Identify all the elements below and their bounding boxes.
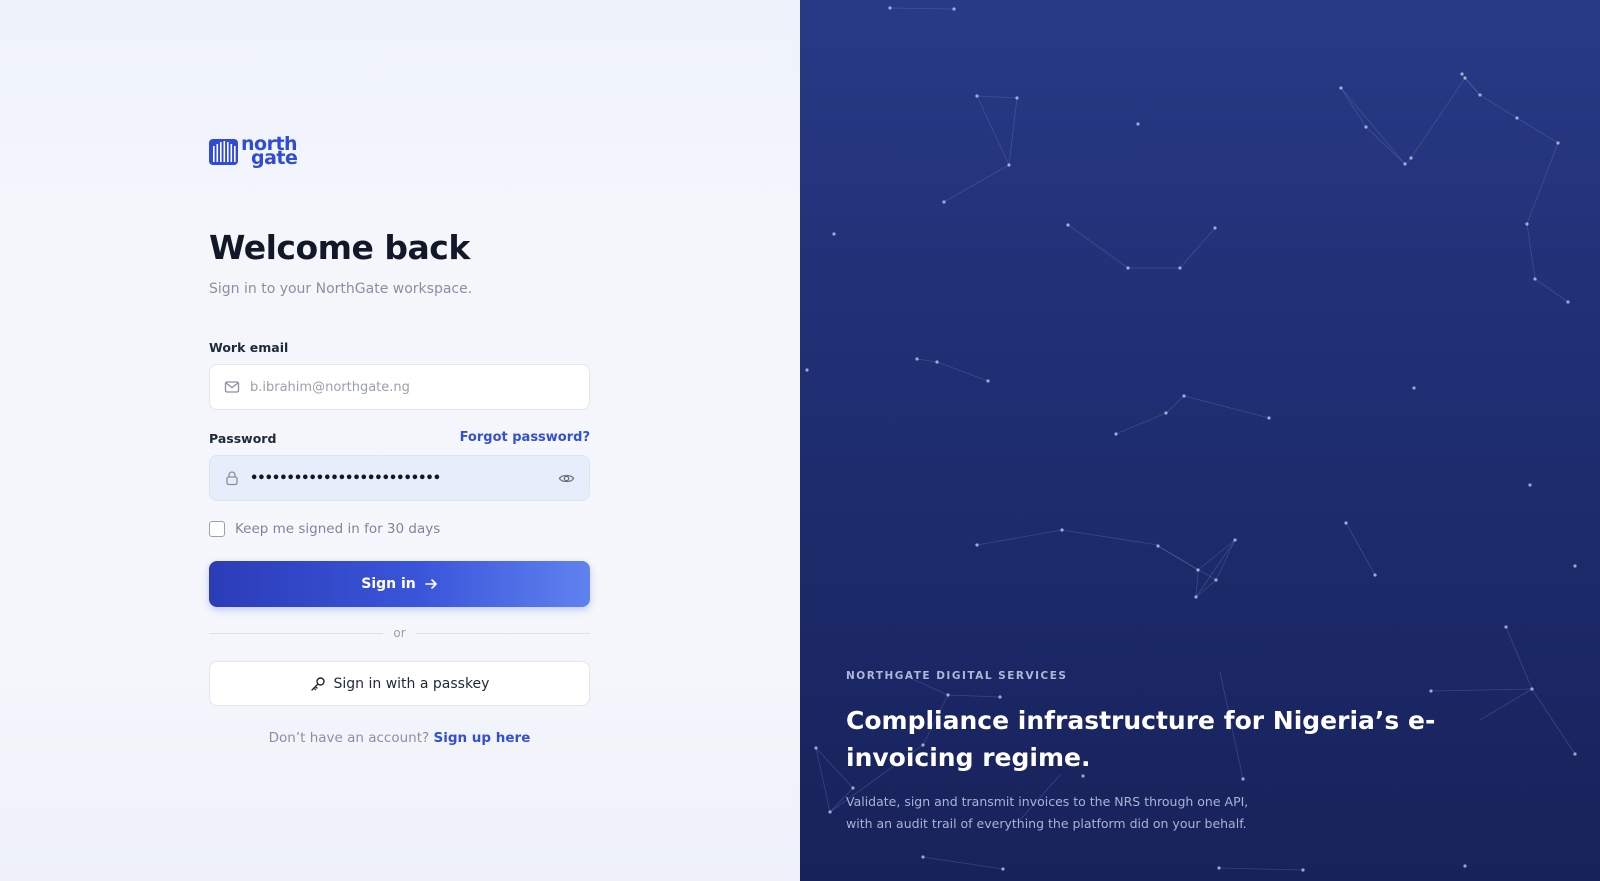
login-panel: north gate Welcome back Sign in to your …	[0, 0, 800, 881]
signup-link[interactable]: Sign up here	[433, 730, 530, 746]
eye-icon[interactable]	[558, 470, 575, 487]
sign-in-button[interactable]: Sign in	[209, 561, 590, 607]
brand-line2: gate	[251, 146, 298, 169]
promo-headline: Compliance infrastructure for Nigeria’s …	[846, 706, 1436, 772]
password-input[interactable]: ••••••••••••••••••••••••••	[250, 471, 558, 486]
remember-checkbox[interactable]	[209, 521, 225, 537]
remember-me[interactable]: Keep me signed in for 30 days	[209, 521, 440, 537]
remember-label: Keep me signed in for 30 days	[235, 521, 441, 537]
arrow-right-icon	[424, 579, 437, 589]
divider-line-right	[415, 632, 590, 634]
or-divider: or	[209, 626, 590, 640]
lock-icon	[226, 471, 238, 486]
divider-line-left	[209, 632, 384, 634]
email-input[interactable]	[250, 379, 575, 395]
mail-icon	[224, 381, 240, 393]
building-bars-icon	[209, 139, 238, 165]
signup-prompt: Don’t have an account?	[268, 730, 430, 746]
forgot-password-link[interactable]: Forgot password?	[460, 430, 590, 445]
promo-kicker: NORTHGATE DIGITAL SERVICES	[846, 670, 1068, 682]
key-icon	[310, 676, 325, 691]
sign-in-label: Sign in	[361, 576, 416, 592]
promo-description: Validate, sign and transmit invoices to …	[846, 794, 1249, 831]
password-label: Password	[209, 431, 277, 446]
promo-panel: NORTHGATE DIGITAL SERVICES Compliance in…	[800, 0, 1600, 881]
password-field[interactable]: ••••••••••••••••••••••••••	[209, 455, 590, 501]
email-label: Work email	[209, 340, 289, 355]
brand-wordmark: north gate	[241, 134, 298, 169]
passkey-label: Sign in with a passkey	[333, 675, 490, 692]
brand-logo[interactable]: north gate	[209, 134, 298, 169]
passkey-button[interactable]: Sign in with a passkey	[209, 661, 590, 706]
email-field[interactable]	[209, 364, 590, 410]
page-subtitle: Sign in to your NorthGate workspace.	[209, 281, 473, 297]
signup-row: Don’t have an account? Sign up here	[209, 730, 590, 746]
divider-text: or	[393, 626, 406, 640]
page-title: Welcome back	[209, 228, 470, 267]
